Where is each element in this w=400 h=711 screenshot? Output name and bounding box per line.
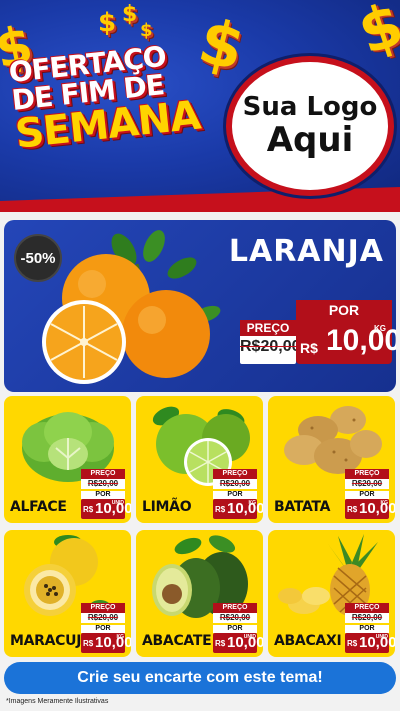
currency-label: R$ <box>347 639 358 648</box>
new-price-box: R$ 10,00 KG <box>81 633 131 653</box>
price-tag: PREÇO R$20,00 POR R$ 10,00 KG <box>345 469 395 519</box>
por-label: POR <box>345 491 389 499</box>
new-price-box: R$ 10,00 UNID <box>81 499 131 519</box>
promo-title: OFERTAÇO DE FIM DE SEMANA <box>7 37 227 158</box>
price-tag: PREÇO R$20,00 POR R$ 10,00 KG <box>81 603 131 653</box>
new-price: 10,00 <box>227 500 263 517</box>
product-card-maracuja: MARACUJÁ PREÇO R$20,00 POR R$ 10,00 KG <box>4 530 131 657</box>
price-label: PREÇO <box>81 469 125 479</box>
por-label: POR <box>296 300 392 320</box>
new-price-box: R$ 10,00 UNID <box>345 633 395 653</box>
price-label: PREÇO <box>81 603 125 613</box>
old-price: R$20,00 <box>213 479 257 489</box>
old-price: R$20,00 <box>345 613 389 623</box>
price-label: PREÇO <box>213 469 257 479</box>
featured-price-tag: POR PREÇO R$20,00 R$ 10,00 KG <box>240 300 396 384</box>
unit-label: KG <box>116 634 125 640</box>
product-card-batata: BATATA PREÇO R$20,00 POR R$ 10,00 KG <box>268 396 395 523</box>
logo-text-line-2: Aqui <box>266 119 354 160</box>
currency-label: R$ <box>215 639 226 648</box>
unit-label: KG <box>248 500 257 506</box>
unit-label: KG <box>380 500 389 506</box>
old-price: R$20,00 <box>240 338 301 355</box>
product-name: BATATA <box>274 499 331 515</box>
logo-text-line-1: Sua Logo <box>242 92 378 122</box>
currency-label: R$ <box>215 505 226 514</box>
old-price: R$20,00 <box>213 613 257 623</box>
price-tag: PREÇO R$20,00 POR R$ 10,00 UNID <box>81 469 131 519</box>
por-label: POR <box>81 491 125 499</box>
price-tag: PREÇO R$20,00 POR R$ 10,00 KG <box>213 469 263 519</box>
currency-label: R$ <box>347 505 358 514</box>
price-label: PREÇO <box>213 603 257 613</box>
dollar-sign-icon: $ <box>98 8 117 38</box>
price-tag: PREÇO R$20,00 POR R$ 10,00 UNID <box>345 603 395 653</box>
old-price: R$20,00 <box>81 479 125 489</box>
disclaimer-text: *Imagens Meramente Ilustrativas <box>6 698 109 705</box>
featured-product-card: -50% LARANJA POR PREÇO R$20,00 R$ 10,00 … <box>4 220 396 392</box>
product-name: ALFACE <box>10 499 67 515</box>
old-price: R$20,00 <box>81 613 125 623</box>
price-label: PREÇO <box>345 469 389 479</box>
por-label: POR <box>81 625 125 633</box>
create-flyer-button[interactable]: Crie seu encarte com este tema! <box>4 662 396 694</box>
new-price: 10,00 <box>359 500 395 517</box>
header-banner: $ $ $ $ $ $ OFERTAÇO DE FIM DE SEMANA Su… <box>0 0 400 212</box>
product-card-abacaxi: ABACAXI PREÇO R$20,00 POR R$ 10,00 UNID <box>268 530 395 657</box>
por-label: POR <box>213 625 257 633</box>
product-card-limao: LIMÃO PREÇO R$20,00 POR R$ 10,00 KG <box>136 396 263 523</box>
price-tag: PREÇO R$20,00 POR R$ 10,00 UNID <box>213 603 263 653</box>
price-label: PREÇO <box>240 320 296 336</box>
unit-label: KG <box>374 324 386 333</box>
product-grid: ALFACE PREÇO R$20,00 POR R$ 10,00 UNID L… <box>4 396 396 658</box>
product-name: ABACAXI <box>274 633 342 649</box>
discount-badge: -50% <box>14 234 62 282</box>
currency-label: R$ <box>83 639 94 648</box>
por-label: POR <box>345 625 389 633</box>
currency-label: R$ <box>300 340 318 356</box>
new-price-box: R$ 10,00 KG <box>213 499 263 519</box>
new-price-box: R$ 10,00 UNID <box>213 633 263 653</box>
dollar-sign-icon: $ <box>350 0 400 69</box>
unit-label: UNID <box>375 634 388 640</box>
product-name: LIMÃO <box>142 499 192 515</box>
old-price: R$20,00 <box>345 479 389 489</box>
product-name: MARACUJÁ <box>10 633 92 649</box>
currency-label: R$ <box>83 505 94 514</box>
product-card-alface: ALFACE PREÇO R$20,00 POR R$ 10,00 UNID <box>4 396 131 523</box>
product-name: ABACATE <box>142 633 212 649</box>
featured-product-name: LARANJA <box>228 234 384 269</box>
unit-label: UNID <box>111 500 124 506</box>
new-price-box: R$ 10,00 KG <box>345 499 395 519</box>
new-price-box: R$ 10,00 KG <box>296 320 396 364</box>
dollar-sign-icon: $ <box>122 2 138 27</box>
price-label: PREÇO <box>345 603 389 613</box>
dollar-sign-icon: $ <box>140 20 153 41</box>
por-label: POR <box>213 491 257 499</box>
product-card-abacate: ABACATE PREÇO R$20,00 POR R$ 10,00 UNID <box>136 530 263 657</box>
unit-label: UNID <box>243 634 256 640</box>
logo-placeholder: Sua Logo Aqui <box>226 56 394 196</box>
new-price: 10,00 <box>95 634 131 651</box>
